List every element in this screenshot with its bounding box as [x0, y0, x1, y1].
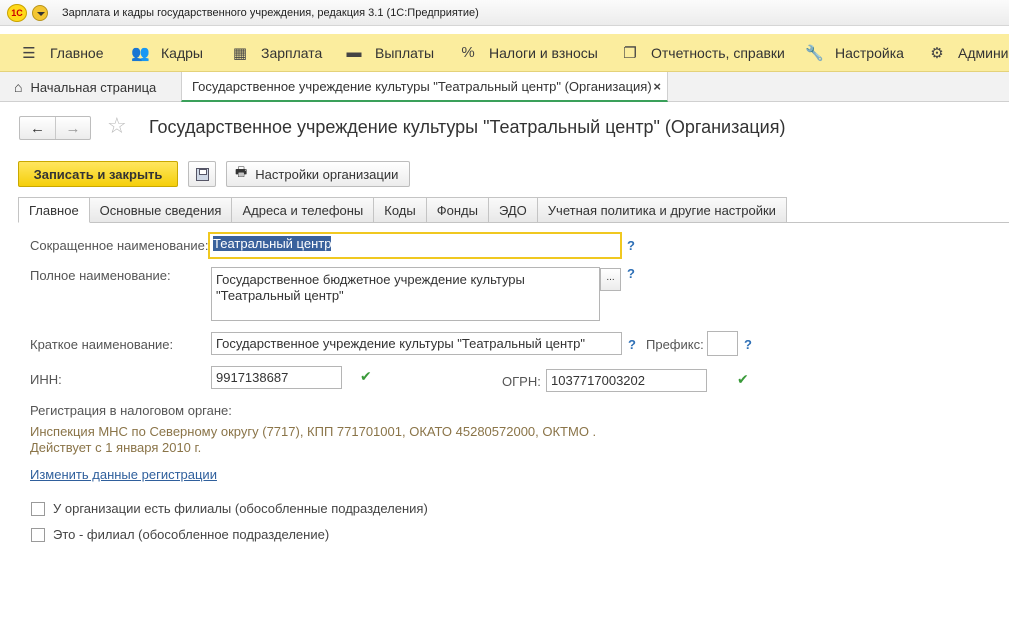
- full-name-textarea[interactable]: Государственное бюджетное учреждение кул…: [211, 267, 600, 321]
- brief-name-label: Краткое наименование:: [30, 337, 174, 352]
- section-main[interactable]: ☰ Главное: [20, 34, 104, 71]
- checkbox-box[interactable]: [31, 527, 45, 542]
- wrench-icon: 🔧: [805, 44, 824, 62]
- navigation-buttons: ← →: [19, 116, 91, 140]
- section-label: Зарплата: [261, 44, 323, 61]
- home-icon: ⌂: [14, 79, 23, 95]
- prefix-help-icon[interactable]: ?: [744, 337, 752, 352]
- short-name-label: Сокращенное наименование:: [30, 238, 209, 253]
- is-branch-checkbox[interactable]: Это - филиал (обособленное подразделение…: [31, 527, 329, 542]
- gear-icon: ⚙: [930, 44, 944, 62]
- checkbox-label: Это - филиал (обособленное подразделение…: [53, 527, 330, 542]
- registration-title: Регистрация в налоговом органе:: [30, 403, 232, 418]
- registration-line-2: Действует с 1 января 2010 г.: [30, 440, 202, 455]
- inn-label: ИНН:: [30, 372, 62, 387]
- section-label: Выплаты: [375, 44, 435, 61]
- section-reports[interactable]: ❐ Отчетность, справки: [621, 34, 785, 71]
- branches-checkbox[interactable]: У организации есть филиалы (обособленные…: [31, 501, 428, 516]
- tab-edo[interactable]: ЭДО: [488, 197, 538, 223]
- favorite-star-icon[interactable]: ☆: [107, 113, 127, 139]
- tab-main[interactable]: Главное: [18, 197, 90, 223]
- ogrn-label: ОГРН:: [502, 374, 541, 389]
- people-icon: 👥: [131, 44, 150, 62]
- section-label: Налоги и взносы: [489, 44, 598, 61]
- tab-basic-info[interactable]: Основные сведения: [89, 197, 233, 223]
- sections-panel: ☰ Главное 👥 Кадры ▦ Зарплата ▬ Выплаты % Нало…: [0, 34, 1009, 72]
- app-logo: 1С: [7, 3, 27, 22]
- form-tabs: Главное Основные сведения Адреса и телеф…: [18, 197, 787, 223]
- section-label: Отчетность, справки: [651, 44, 785, 61]
- section-label: Кадры: [161, 44, 203, 61]
- short-name-value: Театральный центр: [213, 236, 332, 251]
- section-payments[interactable]: ▬ Выплаты: [345, 34, 435, 71]
- ogrn-valid-check-icon: ✔: [737, 371, 749, 387]
- section-label: Админис: [958, 44, 1009, 61]
- registration-info: Инспекция МНС по Северному округу (7717)…: [30, 424, 596, 456]
- main-menu-button[interactable]: [32, 4, 48, 21]
- button-label: Настройки организации: [255, 166, 399, 182]
- organization-settings-button[interactable]: 🖶 Настройки организации: [226, 161, 410, 187]
- full-name-line-2: "Театральный центр": [216, 288, 344, 303]
- registration-line-1: Инспекция МНС по Северному округу (7717)…: [30, 424, 597, 439]
- short-name-input[interactable]: Театральный центр: [208, 232, 622, 259]
- back-button[interactable]: ←: [20, 117, 55, 139]
- full-name-line-1: Государственное бюджетное учреждение кул…: [216, 272, 525, 287]
- section-label: Главное: [50, 44, 104, 61]
- title-bar: 1С Зарплата и кадры государственного учр…: [0, 0, 1009, 26]
- prefix-label: Префикс:: [646, 337, 704, 352]
- section-admin[interactable]: ⚙ Админис: [928, 34, 1009, 71]
- full-name-label: Полное наименование:: [30, 268, 171, 283]
- tab-organization[interactable]: Государственное учреждение культуры "Теа…: [181, 72, 668, 102]
- percent-icon: %: [461, 44, 475, 61]
- printer-icon: 🖶: [235, 164, 248, 179]
- tab-addresses[interactable]: Адреса и телефоны: [232, 197, 375, 223]
- inn-input[interactable]: 9917138687: [211, 366, 342, 389]
- ogrn-input[interactable]: 1037717003202: [546, 369, 707, 392]
- forward-button[interactable]: →: [54, 117, 90, 139]
- tab-home-page[interactable]: ⌂ Начальная страница: [14, 72, 156, 102]
- section-salary[interactable]: ▦ Зарплата: [231, 34, 323, 71]
- inn-valid-check-icon: ✔: [360, 368, 372, 384]
- section-taxes[interactable]: % Налоги и взносы: [459, 34, 598, 71]
- calculator-icon: ▦: [232, 44, 248, 62]
- window-tabs: ⌂ Начальная страница Государственное учре…: [0, 72, 1009, 102]
- brief-name-input[interactable]: Государственное учреждение культуры "Теа…: [211, 332, 622, 355]
- full-name-edit-button[interactable]: ...: [600, 268, 621, 291]
- tab-funds[interactable]: Фонды: [426, 197, 489, 223]
- checkbox-label: У организации есть филиалы (обособленные…: [53, 501, 428, 516]
- section-settings[interactable]: 🔧 Настройка: [805, 34, 904, 71]
- tab-codes[interactable]: Коды: [374, 197, 427, 223]
- form-title: Государственное учреждение культуры "Теа…: [149, 117, 786, 137]
- full-name-help-icon[interactable]: ?: [627, 266, 635, 281]
- tab-accounting-policy[interactable]: Учетная политика и другие настройки: [537, 197, 787, 223]
- save-button[interactable]: [188, 161, 216, 187]
- section-hr[interactable]: 👥 Кадры: [131, 34, 203, 71]
- short-name-help-icon[interactable]: ?: [627, 238, 635, 253]
- tab-label: Государственное учреждение культуры "Теа…: [192, 78, 652, 94]
- menu-icon: ☰: [22, 44, 36, 62]
- save-and-close-button[interactable]: Записать и закрыть: [18, 161, 178, 187]
- floppy-icon: [195, 167, 209, 181]
- reports-icon: ❐: [623, 44, 637, 62]
- brief-name-help-icon[interactable]: ?: [628, 337, 636, 352]
- tab-label: Начальная страница: [30, 79, 157, 95]
- prefix-input[interactable]: [707, 331, 738, 356]
- close-icon[interactable]: ×: [653, 79, 661, 94]
- change-registration-link[interactable]: Изменить данные регистрации: [30, 467, 217, 482]
- wallet-icon: ▬: [346, 44, 362, 61]
- section-label: Настройка: [835, 44, 904, 61]
- window-title: Зарплата и кадры государственного учрежд…: [62, 6, 479, 19]
- checkbox-box[interactable]: [31, 501, 45, 516]
